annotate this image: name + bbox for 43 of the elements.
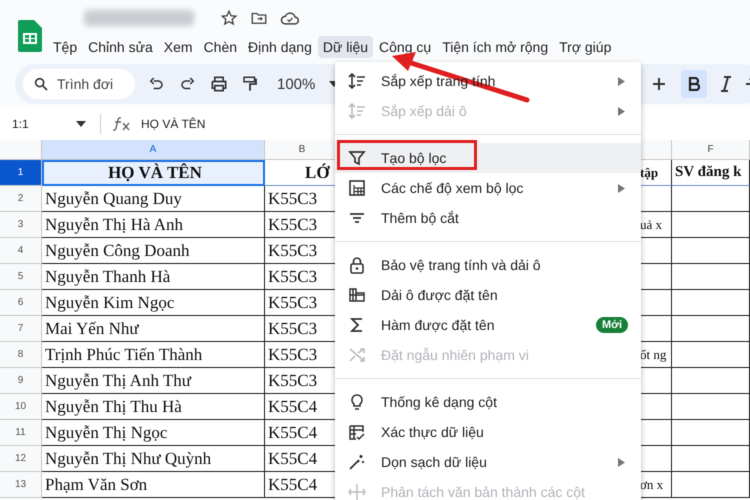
menu-option[interactable]: Tạo bộ lọc: [335, 143, 641, 173]
column-header[interactable]: A: [42, 140, 265, 160]
row-header[interactable]: 12: [0, 446, 42, 472]
table-cell: Nguyễn Thanh Hà: [42, 264, 265, 290]
row-header[interactable]: 11: [0, 420, 42, 446]
new-badge: Mới: [596, 317, 628, 333]
table-cell: HỌ VÀ TÊN: [42, 160, 265, 186]
menu-item[interactable]: Chèn: [198, 36, 242, 58]
menu-item[interactable]: Định dạng: [243, 36, 317, 58]
row-header[interactable]: 2: [0, 186, 42, 212]
row-header[interactable]: 4: [0, 238, 42, 264]
table-cell: Nguyễn Thị Như Quỳnh: [42, 446, 265, 472]
table-cell: Mai Yến Như: [42, 316, 265, 342]
cell-reference[interactable]: 1:1: [12, 117, 76, 131]
row-header[interactable]: 3: [0, 212, 42, 238]
table-cell: Nguyễn Thị Hà Anh: [42, 212, 265, 238]
menu-item[interactable]: Công cụ: [374, 36, 436, 58]
table-cell: Nguyễn Kim Ngọc: [42, 290, 265, 316]
menu-item[interactable]: Chỉnh sửa: [83, 36, 158, 58]
table-cell: Nguyễn Thị Ngọc: [42, 420, 265, 446]
menu-search-field[interactable]: Trình đơi: [23, 69, 135, 99]
row-header[interactable]: 8: [0, 342, 42, 368]
row-header[interactable]: 10: [0, 394, 42, 420]
column-header[interactable]: F: [672, 140, 750, 160]
row-header[interactable]: 7: [0, 316, 42, 342]
table-cell: Nguyễn Công Doanh: [42, 238, 265, 264]
menu-item[interactable]: Xem: [158, 36, 198, 58]
row-header[interactable]: 9: [0, 368, 42, 394]
menu-item[interactable]: Trợ giúp: [554, 36, 616, 58]
row-header[interactable]: 5: [0, 264, 42, 290]
row-header[interactable]: 1: [0, 160, 42, 186]
table-cell: SV đăng k: [672, 160, 750, 186]
table-cell: Nguyễn Thị Thu Hà: [42, 394, 265, 420]
row-header[interactable]: 13: [0, 472, 42, 498]
table-cell: Phạm Văn Sơn: [42, 472, 265, 498]
menu-item[interactable]: Tiện ích mở rộng: [437, 36, 554, 58]
row-header[interactable]: 6: [0, 290, 42, 316]
menu-item[interactable]: Tệp: [48, 36, 82, 58]
table-cell: Trịnh Phúc Tiến Thành: [42, 342, 265, 368]
table-cell: Nguyễn Quang Duy: [42, 186, 265, 212]
menu-item[interactable]: Dữ liệu: [318, 36, 374, 58]
formula-content[interactable]: HỌ VÀ TÊN: [141, 117, 206, 131]
table-cell: Nguyễn Thị Anh Thư: [42, 368, 265, 394]
